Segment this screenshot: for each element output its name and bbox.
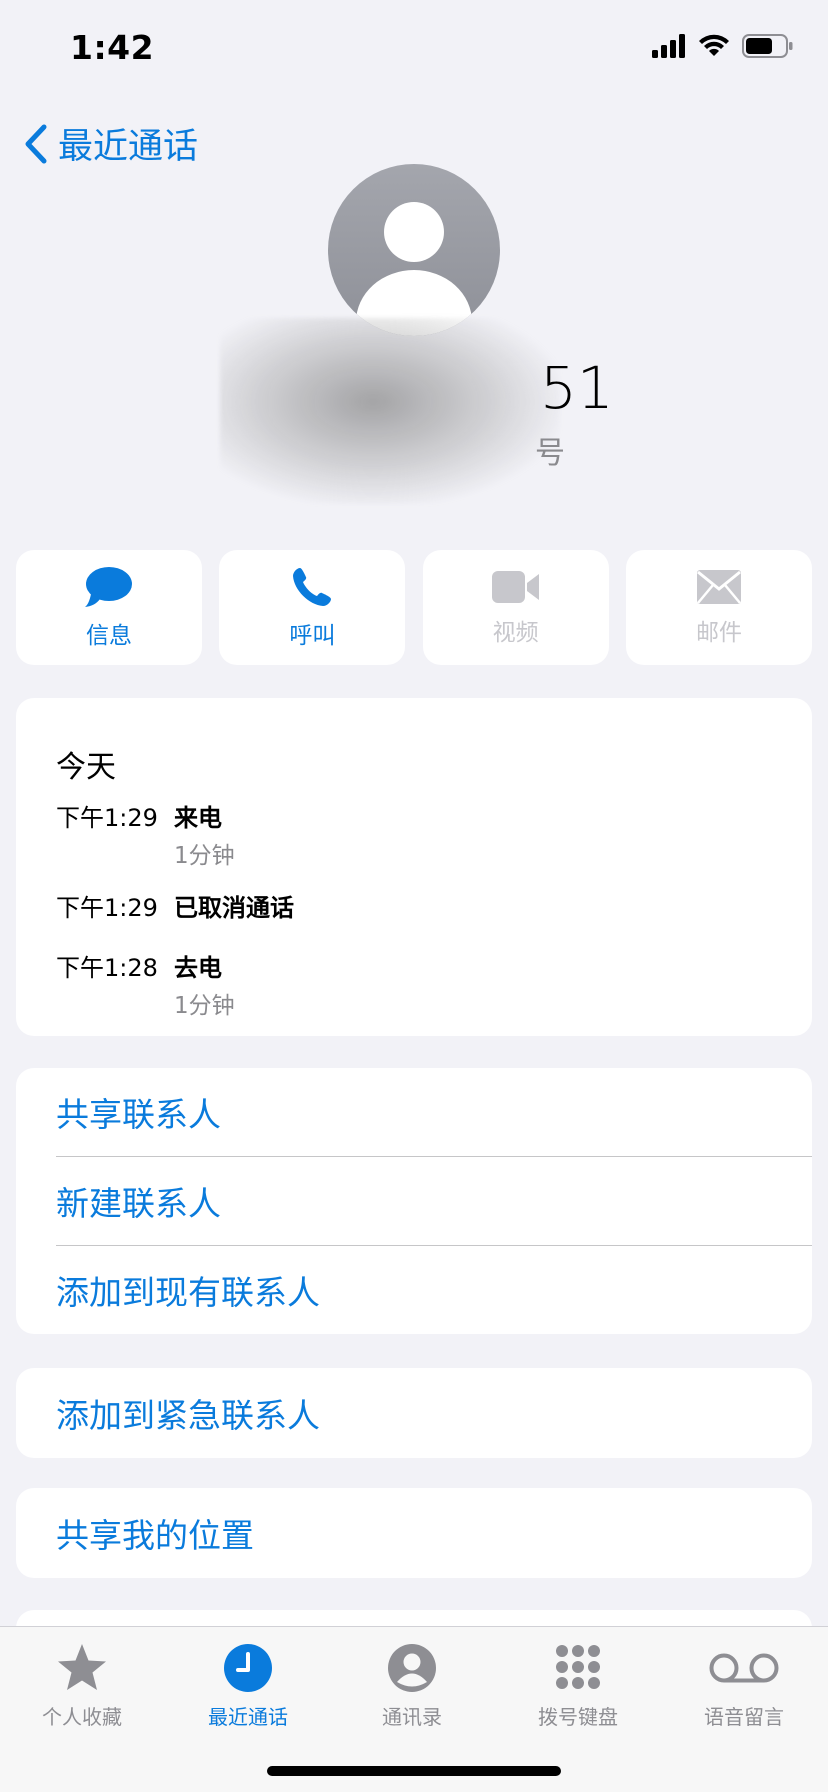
battery-icon: [742, 34, 793, 58]
keypad-icon: [556, 1645, 600, 1689]
cellular-signal-icon: [652, 34, 685, 58]
clock-icon: [224, 1644, 272, 1692]
new-contact-item[interactable]: 新建联系人: [56, 1157, 812, 1245]
message-label: 信息: [86, 622, 132, 649]
call-type: 来电: [174, 804, 222, 832]
call-time: 下午1:28: [56, 954, 158, 982]
call-button[interactable]: 呼叫: [219, 550, 406, 665]
contact-name: 51: [540, 354, 614, 422]
contact-actions-card: 共享联系人 新建联系人 添加到现有联系人: [16, 1068, 812, 1334]
call-time: 下午1:29: [56, 804, 158, 832]
tab-label: 拨号键盘: [538, 1705, 618, 1729]
phone-icon: [293, 567, 332, 606]
tab-recents[interactable]: 最近通话: [178, 1639, 318, 1730]
video-button[interactable]: 视频: [422, 550, 609, 665]
contact-avatar: [328, 164, 500, 336]
person-silhouette-icon: [356, 202, 472, 336]
mail-label: 邮件: [695, 619, 742, 646]
tab-favorites[interactable]: 个人收藏: [12, 1639, 152, 1730]
video-label: 视频: [492, 619, 539, 646]
person-circle-icon: [388, 1644, 436, 1692]
call-duration: 1分钟: [174, 993, 235, 1019]
emergency-contact-card: 添加到紧急联系人: [16, 1368, 812, 1458]
message-button[interactable]: 信息: [16, 550, 202, 665]
tab-label: 语音留言: [704, 1705, 784, 1729]
call-label: 呼叫: [289, 622, 336, 649]
back-button[interactable]: 最近通话: [24, 118, 198, 169]
tab-label: 最近通话: [208, 1705, 288, 1729]
status-icons: [652, 34, 794, 58]
status-time: 1:42: [70, 28, 155, 67]
call-type: 已取消通话: [174, 894, 294, 922]
contact-subtitle: 号: [535, 436, 565, 471]
tab-label: 个人收藏: [42, 1705, 122, 1729]
back-label: 最近通话: [58, 127, 199, 167]
status-bar: 1:42: [0, 0, 828, 100]
share-location-card: 共享我的位置: [16, 1488, 812, 1578]
call-type: 去电: [174, 954, 222, 982]
video-camera-icon: [491, 570, 539, 603]
tab-voicemail[interactable]: 语音留言: [674, 1639, 814, 1730]
tab-contacts[interactable]: 通讯录: [342, 1639, 482, 1730]
recent-calls-card: 今天 下午1:29 来电 1分钟 下午1:29 已取消通话 下午1:28 去电 …: [16, 698, 812, 1036]
share-contact-item[interactable]: 共享联系人: [56, 1068, 812, 1156]
star-icon: [58, 1644, 106, 1690]
mail-button[interactable]: 邮件: [625, 550, 812, 665]
voicemail-icon: [709, 1653, 779, 1683]
tab-keypad[interactable]: 拨号键盘: [508, 1639, 648, 1730]
call-duration: 1分钟: [174, 843, 235, 869]
chevron-left-icon: [25, 124, 47, 163]
share-location-item[interactable]: 共享我的位置: [56, 1488, 812, 1578]
wifi-icon: [699, 34, 729, 56]
redacted-name-area: [220, 318, 560, 504]
envelope-icon: [696, 569, 741, 604]
message-bubble-icon: [85, 566, 132, 607]
call-time: 下午1:29: [56, 894, 158, 922]
add-to-existing-contact-item[interactable]: 添加到现有联系人: [56, 1246, 812, 1334]
action-buttons: 信息 呼叫 视频 邮件: [16, 550, 812, 665]
tab-label: 通讯录: [382, 1705, 442, 1729]
add-emergency-contact-item[interactable]: 添加到紧急联系人: [56, 1368, 812, 1458]
home-indicator[interactable]: [267, 1766, 561, 1776]
recents-date-title: 今天: [56, 750, 116, 785]
